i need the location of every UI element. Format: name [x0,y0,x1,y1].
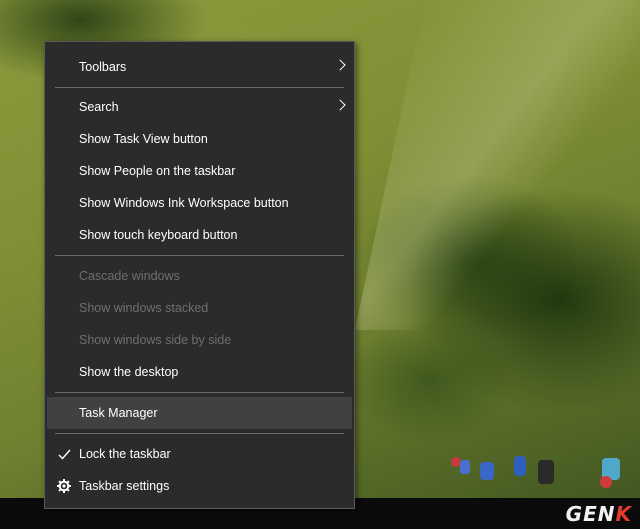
watermark-text: GEN [565,502,616,526]
menu-item-label: Task Manager [79,406,158,420]
menu-item-show-windows-stacked: Show windows stacked [45,292,354,324]
menu-item-taskbar-settings[interactable]: Taskbar settings [45,470,354,502]
menu-item-show-task-view[interactable]: Show Task View button [45,123,354,155]
genk-watermark-logo: GEN K [565,502,632,526]
chevron-right-icon [334,59,346,71]
menu-item-toolbars[interactable]: Toolbars [45,51,354,83]
menu-item-label: Show Task View button [79,132,208,146]
taskbar-context-menu: Toolbars Search Show Task View button Sh… [44,41,355,509]
menu-item-show-desktop[interactable]: Show the desktop [45,356,354,388]
menu-item-show-touch-keyboard[interactable]: Show touch keyboard button [45,219,354,251]
menu-item-label: Show windows side by side [79,333,232,347]
menu-item-show-windows-side-by-side: Show windows side by side [45,324,354,356]
menu-separator [55,87,344,88]
menu-item-label: Show the desktop [79,365,179,379]
watermark-accent: K [615,502,632,526]
menu-item-cascade-windows: Cascade windows [45,260,354,292]
checkmark-icon [56,446,72,462]
menu-item-label: Show Windows Ink Workspace button [79,196,289,210]
menu-item-task-manager[interactable]: Task Manager [47,397,352,429]
menu-item-label: Lock the taskbar [79,447,171,461]
menu-item-label: Show touch keyboard button [79,228,238,242]
menu-separator [55,392,344,393]
menu-item-show-people[interactable]: Show People on the taskbar [45,155,354,187]
gear-icon [56,478,72,494]
menu-item-label: Cascade windows [79,269,180,283]
menu-separator [55,255,344,256]
menu-item-label: Search [79,100,119,114]
menu-item-label: Show People on the taskbar [79,164,236,178]
menu-item-label: Toolbars [79,60,127,74]
menu-item-lock-taskbar[interactable]: Lock the taskbar [45,438,354,470]
wallpaper-hikers [451,456,620,488]
chevron-right-icon [334,99,346,111]
menu-item-label: Show windows stacked [79,301,209,315]
menu-item-label: Taskbar settings [79,479,170,493]
menu-separator [55,433,344,434]
menu-item-show-ink-workspace[interactable]: Show Windows Ink Workspace button [45,187,354,219]
menu-item-search[interactable]: Search [45,91,354,123]
